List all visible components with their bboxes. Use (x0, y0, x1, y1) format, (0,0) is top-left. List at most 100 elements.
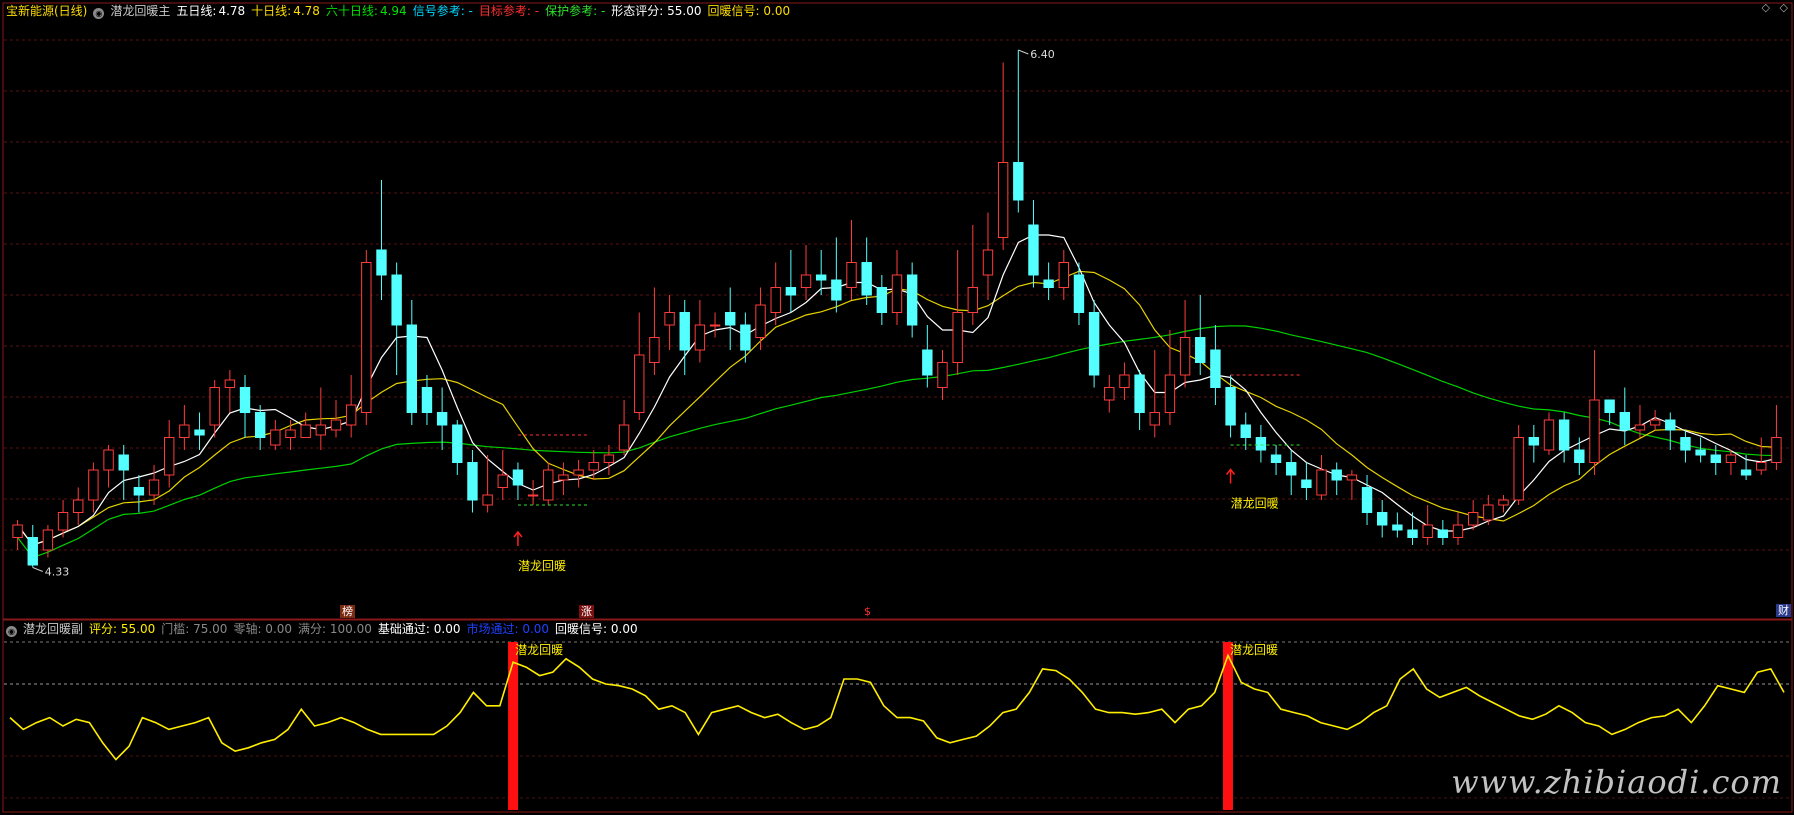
candle-body (770, 287, 781, 313)
candle-body (725, 312, 736, 326)
candle (1483, 495, 1494, 525)
collapse-icon[interactable]: ◇ (1762, 1, 1770, 14)
candle-body (1619, 412, 1630, 431)
candle (42, 525, 54, 558)
candle-body (649, 337, 660, 363)
sub-indicator-name[interactable]: 潜龙回暖副 (23, 622, 83, 636)
candle (1346, 470, 1358, 500)
candle (1543, 412, 1555, 455)
candle (1392, 512, 1403, 538)
candle-body (891, 274, 903, 313)
candle-body (815, 274, 827, 281)
candle-body (1240, 424, 1251, 438)
candle-body (1528, 437, 1540, 446)
candle-body (270, 429, 281, 446)
candle-body (285, 429, 296, 438)
candle-body (406, 324, 418, 413)
candle-body (1483, 504, 1494, 521)
candle-body (603, 454, 615, 463)
candle (1665, 412, 1676, 450)
candle-body (1119, 374, 1130, 388)
candle-body (922, 349, 933, 376)
candle (1498, 495, 1509, 513)
candle-body (194, 429, 205, 436)
ma10-value: 4.78 (293, 4, 320, 18)
candle-body (1740, 469, 1752, 476)
candle (618, 400, 630, 455)
candle (1680, 430, 1691, 463)
candle (876, 275, 888, 325)
candle (1361, 475, 1373, 525)
candle-body (42, 529, 54, 551)
candle-body (1513, 437, 1524, 501)
bottom-tag-rise[interactable]: 涨 (579, 605, 594, 618)
candle-body (1604, 399, 1615, 413)
candle (649, 287, 660, 375)
candle-body (345, 404, 357, 426)
ma60-line (17, 325, 1777, 559)
candle (1437, 520, 1449, 545)
candle-body (73, 499, 84, 513)
candle (179, 405, 190, 450)
candle (1422, 505, 1433, 545)
corner-tag-finance[interactable]: 财 (1776, 604, 1791, 617)
expand-icon[interactable]: ◇ (1780, 1, 1788, 14)
candle (1028, 200, 1039, 288)
signal-bar-label: 潜龙回暖 (515, 643, 563, 657)
candle (88, 462, 99, 513)
candle-body (1073, 274, 1085, 313)
sub-header: ◉ 潜龙回暖副 评分: 55.00 门槛: 75.00 零轴: 0.00 满分: 100.… (6, 621, 644, 637)
candle-body (967, 287, 979, 313)
candle (239, 375, 251, 438)
candle-body (436, 412, 448, 426)
candle (664, 295, 675, 350)
candle-body (679, 312, 690, 351)
candle (345, 375, 357, 438)
candle (391, 262, 402, 375)
candle (1058, 250, 1069, 300)
candle-body (224, 379, 236, 388)
candle (709, 312, 721, 338)
candle (967, 225, 979, 325)
main-indicator-name[interactable]: 潜龙回暖主 (110, 4, 170, 18)
candle (861, 237, 872, 305)
candle-body (831, 279, 842, 301)
candle-body (57, 512, 69, 531)
candle-body (512, 469, 524, 486)
candle-body (497, 474, 508, 488)
candle (770, 262, 781, 325)
candle (406, 300, 418, 425)
candle-body (1301, 479, 1312, 488)
candle-body (1498, 499, 1509, 506)
bottom-tag-dollar[interactable]: $ (862, 605, 873, 618)
warm-signal: 回暖信号: 0.00 (707, 4, 791, 18)
candle-body (861, 262, 872, 296)
candle (1316, 455, 1327, 500)
candle-body (391, 274, 402, 326)
settings-icon[interactable]: ◉ (93, 8, 105, 19)
candle-body (133, 487, 145, 496)
candle-body (1134, 374, 1145, 413)
sub-settings-icon[interactable]: ◉ (6, 626, 17, 637)
bottom-tag-list[interactable]: 榜 (340, 605, 355, 618)
candle-body (1346, 474, 1358, 481)
candle (800, 245, 812, 300)
candle (1649, 410, 1661, 430)
target-ref: 目标参考: - (478, 4, 540, 18)
candle (1589, 350, 1600, 475)
low-label: 4.33 (45, 566, 70, 579)
candle (270, 420, 281, 450)
candle (361, 250, 372, 425)
candle-body (1316, 469, 1327, 496)
candle-body (1725, 454, 1737, 463)
high-label: 6.40 (1030, 48, 1055, 61)
candle (1149, 350, 1160, 438)
candle-body (1665, 419, 1676, 431)
candle-body (1695, 449, 1706, 456)
candle-body (1558, 419, 1570, 451)
candle-body (527, 494, 539, 497)
candle-body (588, 462, 599, 471)
candle-body (952, 312, 963, 363)
candle-body (1058, 262, 1069, 288)
candle (1376, 500, 1388, 538)
